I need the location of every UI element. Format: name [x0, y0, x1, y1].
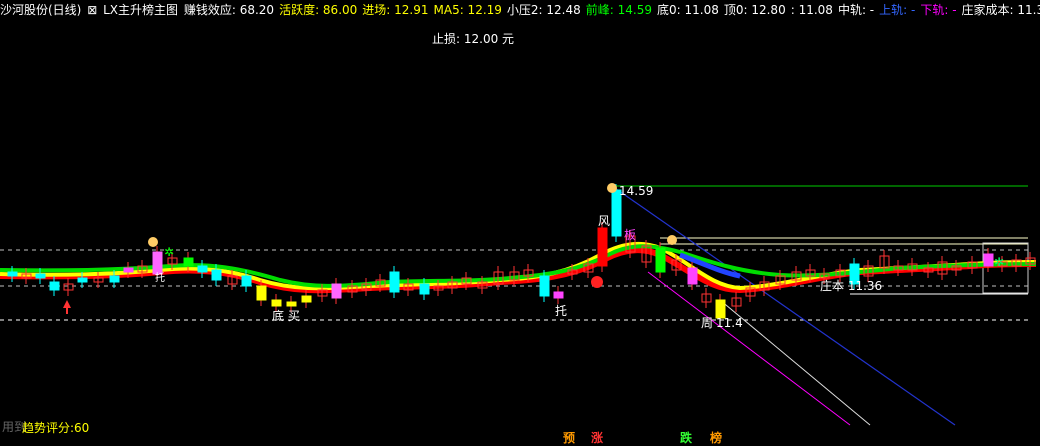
box-zone	[982, 242, 1029, 294]
header-item-0: 赚钱效应: 68.20	[183, 3, 275, 17]
upper-channel-line	[611, 185, 956, 426]
candle[interactable]	[49, 281, 60, 291]
header-item-4: 小压2: 12.48	[506, 3, 581, 17]
candle[interactable]	[419, 283, 430, 295]
candle[interactable]	[256, 285, 267, 301]
di-mai-marker: 底 买	[272, 309, 300, 323]
candle[interactable]	[286, 301, 297, 307]
indicator-header: 沙河股份(日线) ⊠ LX主升榜主图 赚钱效应: 68.20 活跃度: 86.00…	[0, 1, 1040, 19]
indicator-dropdown-icon[interactable]: ⊠	[87, 3, 97, 17]
header-item-9: 中轨: -	[837, 3, 875, 17]
header-item-7: 顶0: 12.80	[723, 3, 786, 17]
fist-icon	[148, 237, 158, 247]
candlestick-chart[interactable]: ✲ ✲	[0, 0, 1040, 446]
header-item-11: 下轨: -	[920, 3, 957, 17]
candle[interactable]	[655, 247, 666, 273]
tuo-marker: 托	[555, 304, 568, 318]
candle[interactable]	[241, 275, 252, 287]
candle[interactable]	[211, 269, 222, 281]
candle[interactable]	[301, 295, 312, 303]
candle[interactable]	[109, 275, 120, 283]
ban-marker: 板	[624, 228, 637, 242]
candle[interactable]	[331, 283, 342, 299]
di-zhou-marker: 周	[701, 316, 714, 330]
header-item-10: 上轨: -	[879, 3, 916, 17]
candle[interactable]	[152, 251, 163, 275]
candle[interactable]	[539, 275, 550, 297]
indicator-name: LX主升榜主图	[103, 3, 179, 17]
candle[interactable]	[553, 291, 564, 299]
header-item-8: : 11.08	[790, 3, 833, 17]
header-item-5: 前峰: 14.59	[585, 3, 652, 17]
bottom-value-label: 11.4	[716, 316, 743, 330]
tuo-marker-small: 托	[155, 273, 165, 284]
fist-icon	[667, 235, 677, 245]
header-item-1: 活跃度: 86.00	[279, 3, 358, 17]
candle[interactable]	[35, 273, 46, 279]
candle[interactable]	[183, 257, 194, 267]
trend-score: 趋势评分:60	[22, 421, 90, 435]
candle[interactable]	[983, 253, 994, 267]
badge-die[interactable]: 跌	[679, 430, 693, 446]
candle[interactable]	[7, 271, 18, 277]
candle[interactable]	[77, 277, 88, 283]
candle[interactable]	[197, 265, 208, 273]
feng-marker: 风	[598, 214, 611, 228]
zhuang-cost-label: 庄本 11.36	[820, 279, 883, 293]
fist-icon	[607, 183, 617, 193]
star-icon: ✲	[994, 255, 1004, 269]
header-item-12: 庄家成本: 11.36	[961, 3, 1040, 17]
header-item-2: 进场: 12.91	[362, 3, 429, 17]
header-item-6: 底0: 11.08	[657, 3, 719, 17]
peak-price-label: 14.59	[619, 184, 654, 198]
candle[interactable]	[123, 267, 134, 273]
candle[interactable]	[271, 299, 282, 307]
lower-channel-line	[647, 271, 851, 426]
badge-zhang[interactable]: 涨	[590, 430, 604, 446]
buy-arrow-icon	[63, 300, 71, 314]
candle[interactable]	[389, 271, 400, 293]
ball-icon	[591, 276, 603, 288]
stop-loss-label: 止损: 12.00 元	[432, 32, 515, 46]
candle[interactable]	[687, 267, 698, 285]
stock-title: 沙河股份(日线)	[0, 3, 82, 17]
chart-window[interactable]: ✲ ✲ 沙河股份(日线) ⊠ LX主升榜主图 赚钱效应: 68.20 活跃度: 8…	[0, 0, 1040, 446]
star-icon: ✲	[164, 245, 174, 259]
candle[interactable]	[597, 227, 608, 267]
badge-yu[interactable]: 预	[562, 430, 576, 446]
badge-bang[interactable]: 榜	[709, 430, 723, 446]
candles	[7, 184, 1036, 324]
header-item-3: MA5: 12.19	[433, 3, 502, 17]
